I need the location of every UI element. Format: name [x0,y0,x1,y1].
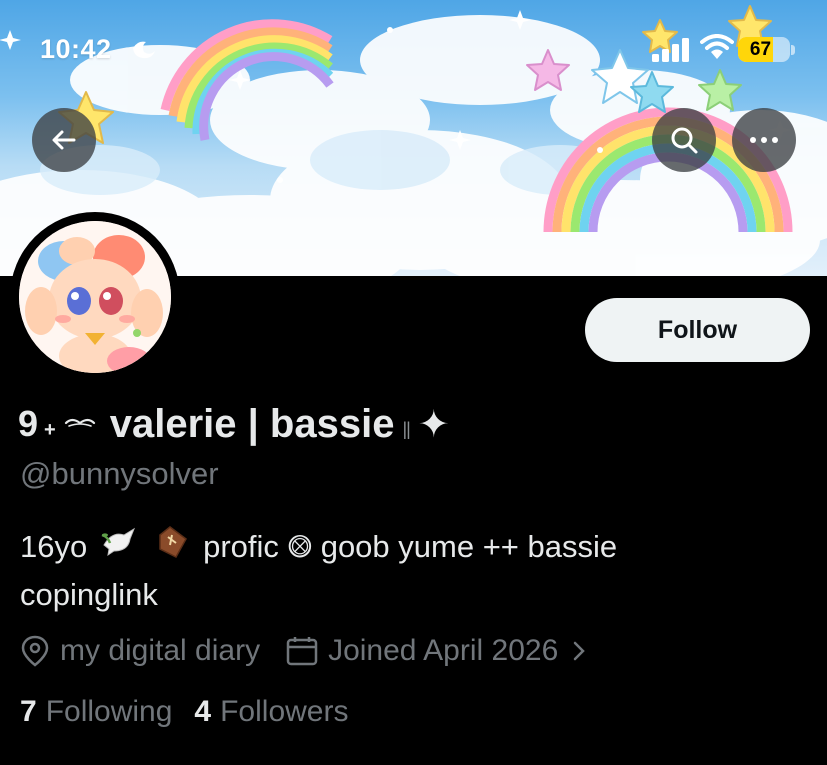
followers-link[interactable]: 4 Followers [194,695,348,729]
search-icon [671,127,698,154]
chevron-right-icon[interactable] [572,640,586,662]
followers-count: 4 [194,695,212,728]
bio-line-2: copinglink [20,577,158,613]
display-name-text: valerie | bassie [109,401,395,446]
focus-mode-icon [133,41,155,59]
following-count: 7 [20,695,37,728]
calendar-icon [286,636,318,666]
bio: 16yo profic ⨷ goob yume ++ bassie coping… [20,524,740,618]
name-plus: + [44,418,56,441]
follow-button[interactable]: Follow [585,298,810,362]
bio-symbol: ⨷ [287,529,313,564]
more-options-button[interactable] [732,108,796,172]
avatar-illustration [19,221,171,373]
battery-percent: 67 [749,39,772,60]
following-label: Following [45,695,173,728]
avatar[interactable] [19,221,171,373]
bio-text: goob yume ++ bassie [320,529,618,564]
name-prefix-glyph: 9 [18,403,39,444]
sparkle-icon: ✦ [417,403,450,446]
cellular-signal-icon [652,38,689,62]
bio-age: 16yo [20,529,88,564]
arrow-left-icon [52,130,76,150]
dove-icon [100,525,138,572]
bio-profic: profic [203,529,279,564]
profile-meta: my digital diary Joined April 2026 [20,630,596,672]
coffin-icon [154,525,190,572]
status-time: 10:42 [40,34,112,64]
name-bars: || [402,418,410,439]
location-pin-icon [20,635,50,667]
display-name: 9 + valerie | bassie || ✦ [18,398,450,450]
location-text: my digital diary [60,634,261,667]
mustache-glyph [64,418,95,427]
back-button[interactable] [32,108,96,172]
wifi-icon [700,34,734,59]
followers-label: Followers [220,695,349,728]
follow-stats: 7 Following 4 Followers [20,695,370,729]
avatar-ring[interactable] [10,212,180,382]
battery-nub [791,45,795,55]
ellipsis-icon [750,137,778,143]
battery-indicator: 67 [738,37,790,62]
joined-date[interactable]: Joined April 2026 [328,634,558,668]
search-button[interactable] [652,108,716,172]
handle: @bunnysolver [20,456,219,491]
following-link[interactable]: 7 Following [20,695,172,729]
